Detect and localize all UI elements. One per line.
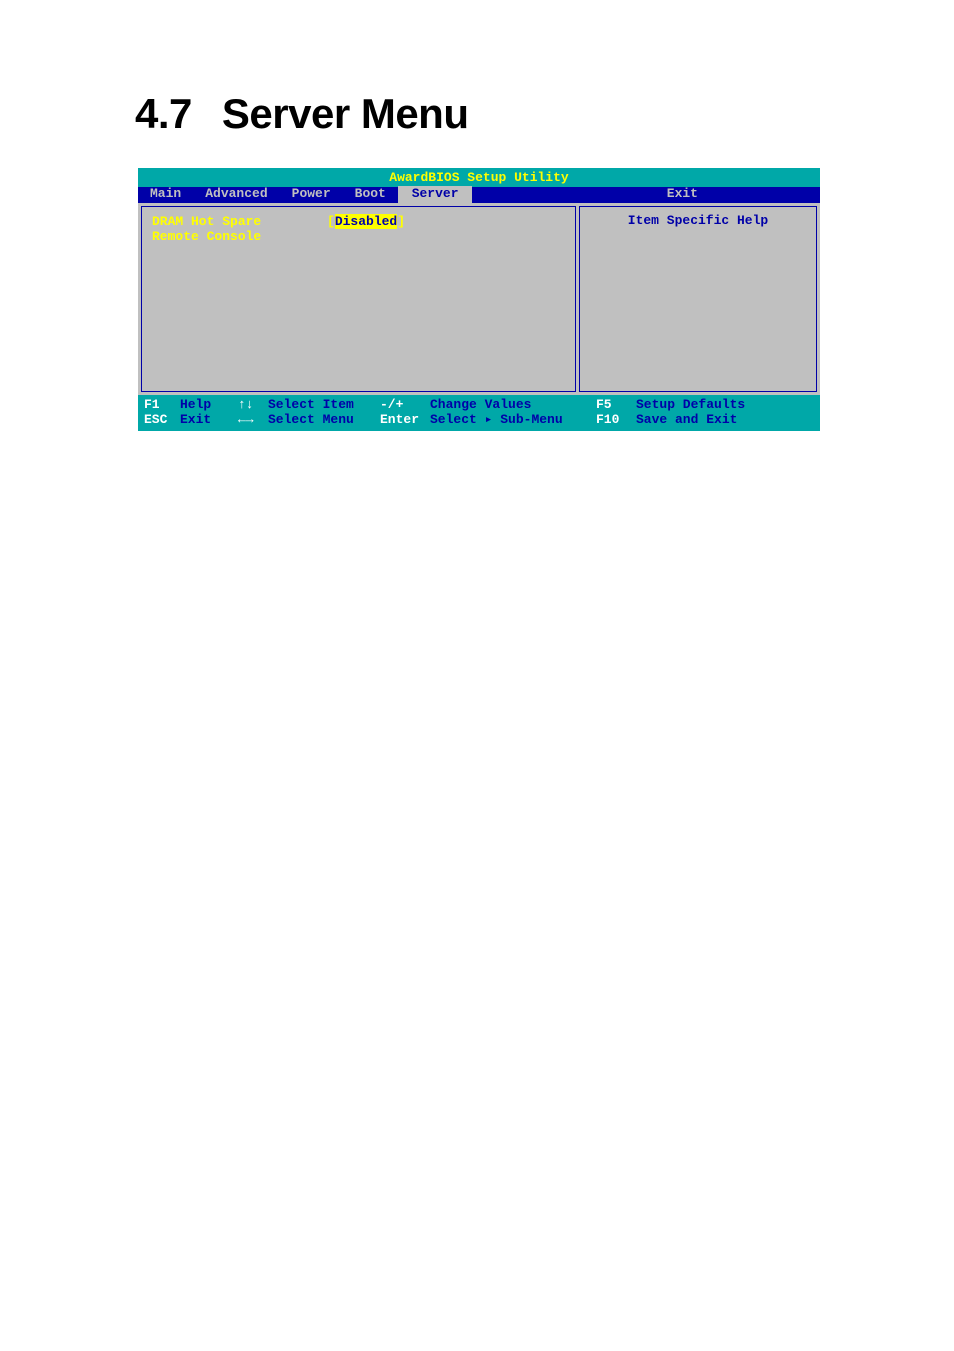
bios-title-bar: AwardBIOS Setup Utility: [138, 168, 820, 187]
option-remote-value: [Disabled]: [327, 230, 405, 245]
footer-label-change-values: Change Values: [430, 398, 596, 413]
bios-title-text: AwardBIOS Setup Utility: [389, 170, 568, 185]
footer-key-updown: ↑↓: [238, 398, 268, 413]
heading-title: Server Menu: [222, 90, 469, 137]
footer-key-enter: Enter: [380, 413, 430, 428]
footer-label-setup-defaults: Setup Defaults: [636, 398, 745, 413]
footer-label-exit: Exit: [180, 413, 238, 428]
option-dram-hot-spare[interactable]: DRAM Hot Spare [Disabled]: [152, 215, 565, 230]
bios-footer: F1 Help ↑↓ Select Item -/+ Change Values…: [138, 395, 820, 431]
tab-server[interactable]: Server: [398, 186, 472, 203]
footer-key-leftright: ←→: [238, 413, 268, 428]
option-remote-value-text: Disabled: [335, 229, 397, 244]
footer-row-1: F1 Help ↑↓ Select Item -/+ Change Values…: [144, 398, 814, 413]
footer-key-f1: F1: [144, 398, 180, 413]
option-dram-value-text: Disabled: [335, 214, 397, 229]
tab-server-label: Server: [412, 186, 459, 201]
tab-boot[interactable]: Boot: [343, 186, 398, 203]
option-remote-label: Remote Console: [152, 230, 327, 245]
footer-key-minusplus: -/+: [380, 398, 430, 413]
footer-key-f10: F10: [596, 413, 636, 428]
page-heading: 4.7 Server Menu: [0, 0, 954, 168]
footer-label-help: Help: [180, 398, 238, 413]
tab-main[interactable]: Main: [138, 186, 193, 203]
bios-help-pane: Item Specific Help: [579, 206, 817, 392]
bios-tab-bar: Main Advanced Power Boot Server Exit: [138, 187, 820, 203]
bios-main-area: DRAM Hot Spare [Disabled] Remote Console…: [138, 203, 820, 395]
option-dram-label: DRAM Hot Spare: [152, 215, 327, 230]
option-remote-console[interactable]: Remote Console [Disabled]: [152, 230, 565, 245]
footer-row-2: ESC Exit ←→ Select Menu Enter Select ▸ S…: [144, 413, 814, 428]
bios-window: AwardBIOS Setup Utility Main Advanced Po…: [138, 168, 820, 431]
tab-exit[interactable]: Exit: [655, 186, 710, 203]
bios-left-pane: DRAM Hot Spare [Disabled] Remote Console…: [141, 206, 576, 392]
footer-key-esc: ESC: [144, 413, 180, 428]
bios-help-title: Item Specific Help: [586, 211, 810, 230]
footer-label-select-item: Select Item: [268, 398, 380, 413]
footer-label-save-exit: Save and Exit: [636, 413, 737, 428]
heading-number: 4.7: [135, 90, 192, 138]
footer-label-select-menu: Select Menu: [268, 413, 380, 428]
tab-power[interactable]: Power: [280, 186, 343, 203]
footer-label-select-submenu: Select ▸ Sub-Menu: [430, 413, 596, 428]
option-dram-value: [Disabled]: [327, 215, 405, 230]
tab-advanced[interactable]: Advanced: [193, 186, 279, 203]
footer-key-f5: F5: [596, 398, 636, 413]
